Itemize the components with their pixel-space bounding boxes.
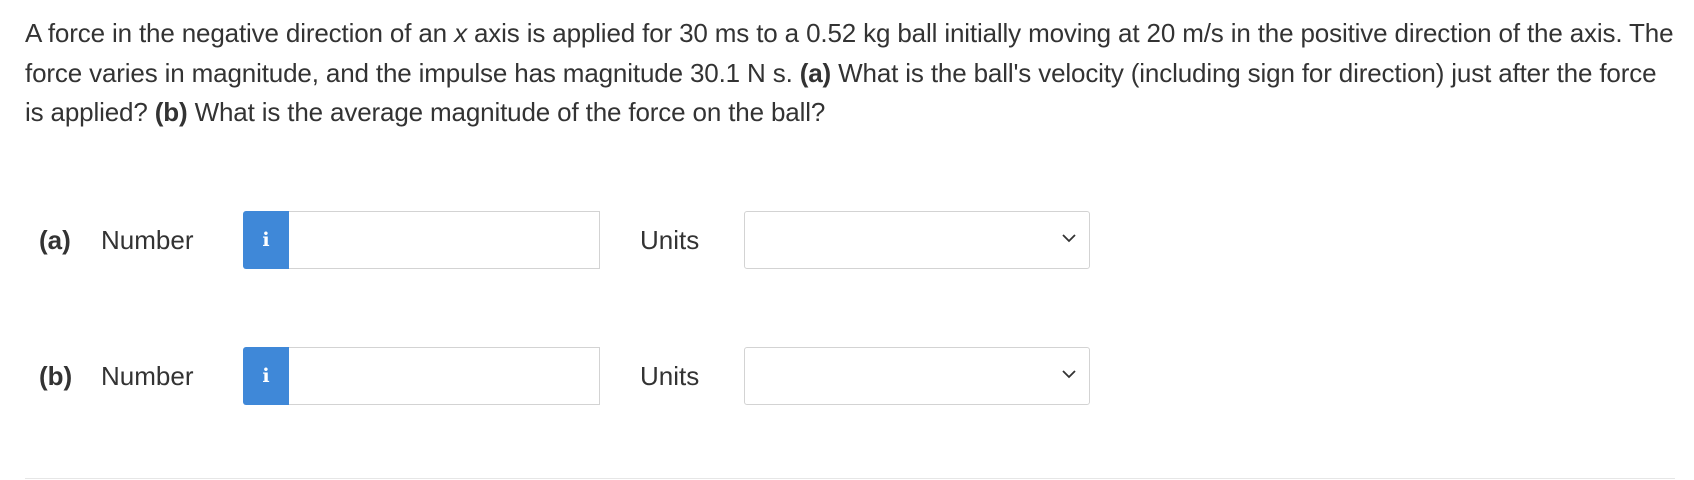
variable-x: x: [454, 18, 467, 48]
part-b-tag: (b): [154, 97, 188, 127]
info-icon: i: [262, 229, 270, 251]
chevron-down-icon: [1062, 370, 1076, 379]
question-text: A force in the negative direction of an …: [25, 14, 1680, 133]
part-b-question: What is the average magnitude of the for…: [187, 97, 826, 127]
info-button[interactable]: i: [243, 211, 289, 269]
part-label: (b): [39, 361, 73, 391]
question-part-1: A force in the negative direction of an: [25, 18, 455, 48]
units-label: Units: [640, 225, 700, 255]
answer-row-a: (a) Number i Units: [0, 210, 1694, 270]
units-select[interactable]: [744, 211, 1090, 269]
number-label: Number: [101, 225, 194, 255]
part-label: (a): [39, 225, 71, 255]
divider: [25, 478, 1675, 479]
info-button[interactable]: i: [243, 347, 289, 405]
number-input[interactable]: [289, 211, 600, 269]
units-label: Units: [640, 361, 700, 391]
number-label: Number: [101, 361, 194, 391]
chevron-down-icon: [1062, 234, 1076, 243]
units-select[interactable]: [744, 347, 1090, 405]
info-icon: i: [262, 365, 270, 387]
answer-row-b: (b) Number i Units: [0, 346, 1694, 406]
number-input[interactable]: [289, 347, 600, 405]
part-a-tag: (a): [799, 57, 832, 88]
